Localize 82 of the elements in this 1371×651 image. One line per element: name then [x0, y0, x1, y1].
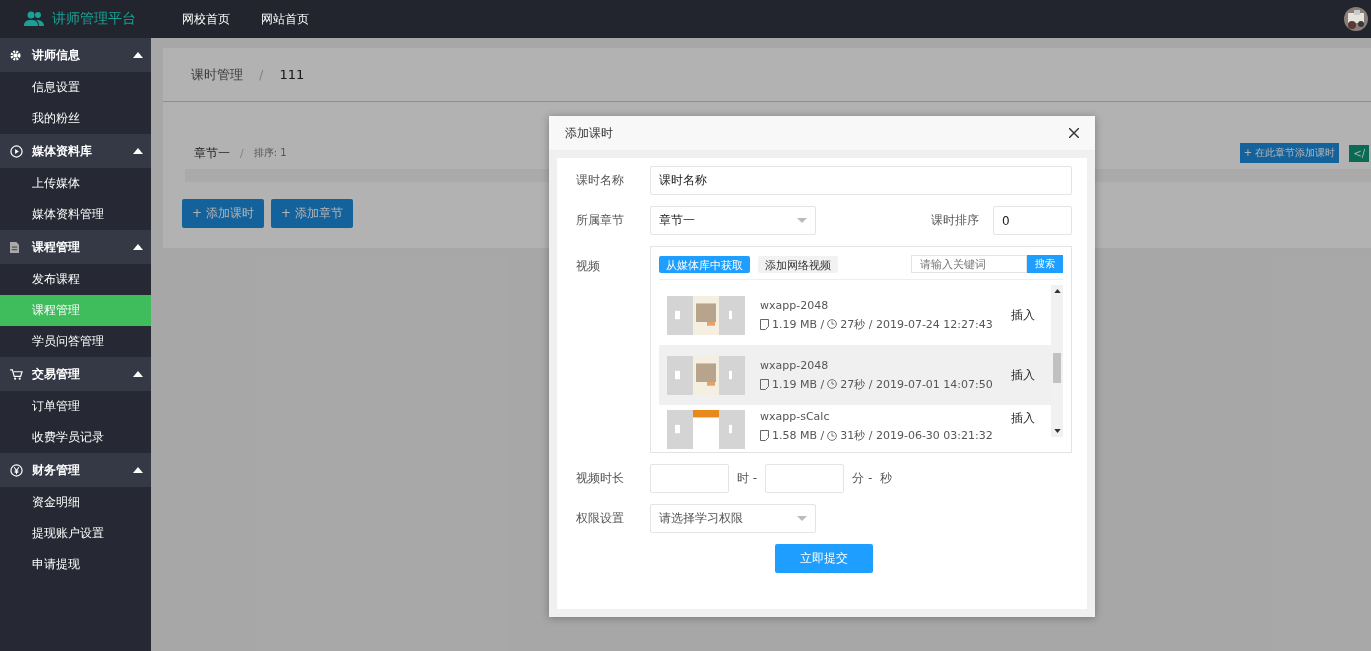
- scroll-up-icon[interactable]: [1053, 289, 1061, 293]
- field-label: 视频时长: [576, 470, 625, 487]
- sidebar-item[interactable]: 发布课程: [0, 264, 151, 295]
- breadcrumb-item: 111: [279, 67, 305, 82]
- caret-icon: [797, 218, 807, 223]
- clock-icon: [827, 430, 838, 441]
- breadcrumb-separator: /: [259, 67, 264, 82]
- sidebar-item[interactable]: 信息设置: [0, 72, 151, 103]
- input-field[interactable]: [650, 464, 729, 493]
- select-field[interactable]: 请选择学习权限: [650, 504, 816, 533]
- sidebar-item[interactable]: 学员问答管理: [0, 326, 151, 357]
- caret-icon: [797, 516, 807, 521]
- group-label: 讲师信息: [32, 46, 81, 64]
- clock-icon: [827, 319, 838, 329]
- close-icon[interactable]: [1069, 128, 1079, 138]
- sidebar-item[interactable]: 申请提现: [0, 549, 151, 580]
- chapter-name: 章节一: [194, 144, 230, 162]
- group-label: 课程管理: [32, 238, 81, 256]
- unit-label: 分 -: [852, 470, 873, 487]
- input-field[interactable]: 课时名称: [650, 166, 1072, 195]
- video-title: wxapp-2048: [760, 298, 830, 312]
- breadcrumb-separator: /: [240, 146, 244, 160]
- cart-icon: [10, 368, 23, 380]
- document-icon: [10, 241, 19, 253]
- chapter-sort: 排序: 1: [253, 146, 287, 160]
- video-meta: 27秒 / 2019-07-24 12:27:43: [840, 316, 993, 332]
- brand-title: 讲师管理平台: [52, 10, 136, 28]
- file-size: 1.19 MB /: [772, 377, 825, 391]
- unit-label: 时 -: [737, 470, 758, 487]
- insert-link[interactable]: 插入: [1011, 366, 1035, 384]
- field-label: 权限设置: [576, 510, 625, 527]
- file-size: 1.19 MB /: [772, 317, 825, 331]
- sidebar-item[interactable]: 上传媒体: [0, 168, 151, 199]
- sidebar-group[interactable]: 讲师信息: [0, 38, 151, 72]
- sidebar-group[interactable]: 媒体资料库: [0, 134, 151, 168]
- sidebar-group[interactable]: 课程管理: [0, 230, 151, 264]
- sidebar-group[interactable]: 交易管理: [0, 357, 151, 391]
- sidebar-item[interactable]: 提现账户设置: [0, 518, 151, 549]
- file-icon: [760, 378, 769, 390]
- scroll-down-icon[interactable]: [1053, 429, 1061, 433]
- insert-link[interactable]: 插入: [1011, 410, 1035, 427]
- video-meta: 31秒 / 2019-06-30 03:21:32: [840, 428, 993, 443]
- scrollbar[interactable]: [1051, 285, 1063, 437]
- field-label: 视频: [576, 258, 601, 275]
- scroll-thumb[interactable]: [1053, 353, 1061, 383]
- search-field[interactable]: 请输入关键词: [911, 255, 1027, 273]
- source-tab[interactable]: 添加网络视频: [758, 255, 838, 273]
- sidebar-item[interactable]: 收费学员记录: [0, 422, 151, 453]
- video-title: wxapp-2048: [760, 358, 830, 372]
- input-field[interactable]: 0: [993, 206, 1072, 235]
- clock-icon: [827, 379, 838, 389]
- nav-link[interactable]: 网校首页: [182, 10, 230, 28]
- sidebar-item[interactable]: 媒体资料管理: [0, 199, 151, 230]
- video-row[interactable]: wxapp-sCalc 1.58 MB / 31秒 / 2019-06-30 03:21:32 插入: [659, 405, 1051, 452]
- sidebar-item[interactable]: 资金明细: [0, 487, 151, 518]
- video-meta: 27秒 / 2019-07-01 14:07:50: [840, 376, 993, 392]
- yen-icon: [10, 463, 23, 477]
- select-field[interactable]: 章节一: [650, 206, 816, 235]
- file-icon: [760, 430, 769, 441]
- video-row[interactable]: wxapp-2048 1.19 MB / 27秒 / 2019-07-01 14:07:50 插入: [659, 345, 1051, 405]
- field-label: 所属章节: [576, 212, 625, 229]
- group-label: 媒体资料库: [32, 142, 93, 160]
- modal-title: 添加课时: [565, 124, 613, 142]
- group-label: 交易管理: [32, 365, 81, 383]
- group-label: 财务管理: [32, 461, 81, 479]
- unit-label: 秒: [880, 470, 893, 487]
- video-title: wxapp-sCalc: [760, 410, 831, 423]
- sidebar-item[interactable]: 我的粉丝: [0, 103, 151, 134]
- users-icon: [24, 11, 44, 27]
- sidebar-group[interactable]: 财务管理: [0, 453, 151, 487]
- file-icon: [760, 318, 769, 330]
- field-label: 课时排序: [931, 212, 979, 229]
- sidebar-item[interactable]: 订单管理: [0, 391, 151, 422]
- breadcrumb-item[interactable]: 课时管理: [191, 65, 243, 84]
- nav-link[interactable]: 网站首页: [261, 10, 309, 28]
- field-label: 课时名称: [576, 172, 625, 189]
- input-field[interactable]: [765, 464, 845, 493]
- gear-icon: [10, 49, 21, 61]
- insert-link[interactable]: 插入: [1011, 306, 1035, 324]
- video-row[interactable]: wxapp-2048 1.19 MB / 27秒 / 2019-07-24 12:27:43 插入: [659, 285, 1051, 345]
- file-size: 1.58 MB /: [772, 429, 825, 442]
- play-icon: [10, 144, 23, 158]
